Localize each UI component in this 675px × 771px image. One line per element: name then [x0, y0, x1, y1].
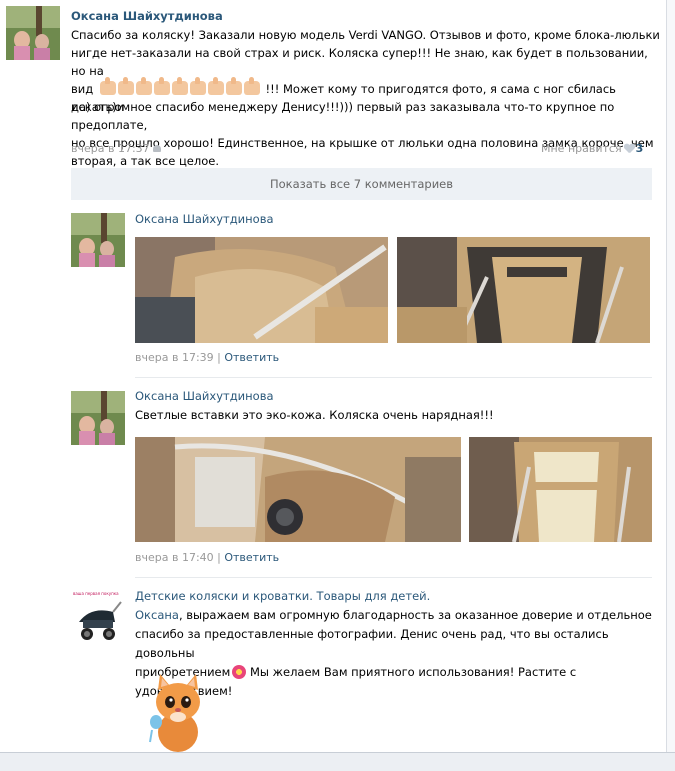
comment-photo[interactable]	[135, 237, 388, 343]
like-button[interactable]: Мне нравится 3	[541, 142, 643, 155]
comment-author-link[interactable]: Оксана Шайхутдинова	[135, 389, 274, 403]
avatar[interactable]	[6, 6, 60, 60]
post-timestamp-link[interactable]: вчера в 17:37	[71, 142, 150, 155]
comment-author-link[interactable]: Оксана Шайхутдинова	[135, 212, 274, 226]
thumbs-up-icon	[117, 77, 134, 95]
thumbs-up-icon	[135, 77, 152, 95]
mention-link[interactable]: Оксана	[135, 608, 179, 622]
reply-link[interactable]: Ответить	[224, 551, 279, 564]
comment-text-line: приобретением Мы желаем Вам приятного ис…	[135, 663, 655, 701]
post-text-fragment: вид	[71, 82, 94, 96]
comment-photo[interactable]	[397, 237, 650, 343]
kitten-sticker	[146, 672, 210, 752]
comment-timestamp[interactable]: вчера в 17:40	[135, 551, 214, 564]
like-count: 3	[635, 142, 644, 155]
reply-link[interactable]: Ответить	[224, 351, 279, 364]
scrollbar-track[interactable]	[667, 0, 675, 752]
post-author-link[interactable]: Оксана Шайхутдинова	[71, 9, 223, 23]
post-meta: вчера в 17:37	[71, 142, 161, 155]
comment-text: Оксана, выражаем вам огромную благодарно…	[135, 606, 655, 701]
comment-photo[interactable]	[469, 437, 652, 542]
thumbs-up-icon	[189, 77, 206, 95]
comment-text-fragment: , выражаем вам огромную благодарность за…	[178, 608, 652, 622]
thumbs-up-emoji-row	[99, 77, 266, 96]
thumbs-up-icon	[99, 77, 116, 95]
comment-meta: вчера в 17:40 | Ответить	[135, 551, 280, 564]
thumbs-up-icon	[243, 77, 260, 95]
comment-text-line: Оксана, выражаем вам огромную благодарно…	[135, 606, 655, 625]
comment-meta: вчера в 17:39 | Ответить	[135, 351, 280, 364]
comment-avatar[interactable]: ваша первая покупка	[71, 590, 125, 644]
android-icon	[152, 145, 161, 152]
comment-divider	[135, 577, 652, 578]
comment-text-line: спасибо за предоставленные фотографии. Д…	[135, 627, 609, 660]
thumbs-up-icon	[171, 77, 188, 95]
heart-icon	[624, 144, 634, 153]
comment-avatar[interactable]	[71, 213, 125, 267]
comment-avatar[interactable]	[71, 391, 125, 445]
post-text-line: да) огромное спасибо менеджеру Денису!!!…	[71, 100, 615, 132]
comment-text: Светлые вставки это эко-кожа. Коляска оч…	[135, 408, 494, 422]
flower-emoji-icon	[232, 665, 247, 679]
thumbs-up-icon	[153, 77, 170, 95]
post-text-line: вид !!! Может кому то пригодятся фото, я…	[71, 77, 661, 114]
comment-author-link[interactable]: Детские коляски и кроватки. Товары для д…	[135, 589, 430, 603]
comment-photo[interactable]	[135, 437, 461, 542]
thumbs-up-icon	[207, 77, 224, 95]
thumbs-up-icon	[225, 77, 242, 95]
avatar-caption: ваша первая покупка	[73, 591, 119, 596]
post-text-line: нигде нет-заказали на свой страх и риск.…	[71, 46, 648, 78]
comment-timestamp[interactable]: вчера в 17:39	[135, 351, 214, 364]
comment-divider	[135, 377, 652, 378]
show-all-comments-button[interactable]: Показать все 7 комментариев	[71, 168, 652, 200]
like-label: Мне нравится	[541, 142, 622, 155]
post-text-line: Спасибо за коляску! Заказали новую модел…	[71, 28, 660, 42]
status-bar	[0, 752, 675, 771]
